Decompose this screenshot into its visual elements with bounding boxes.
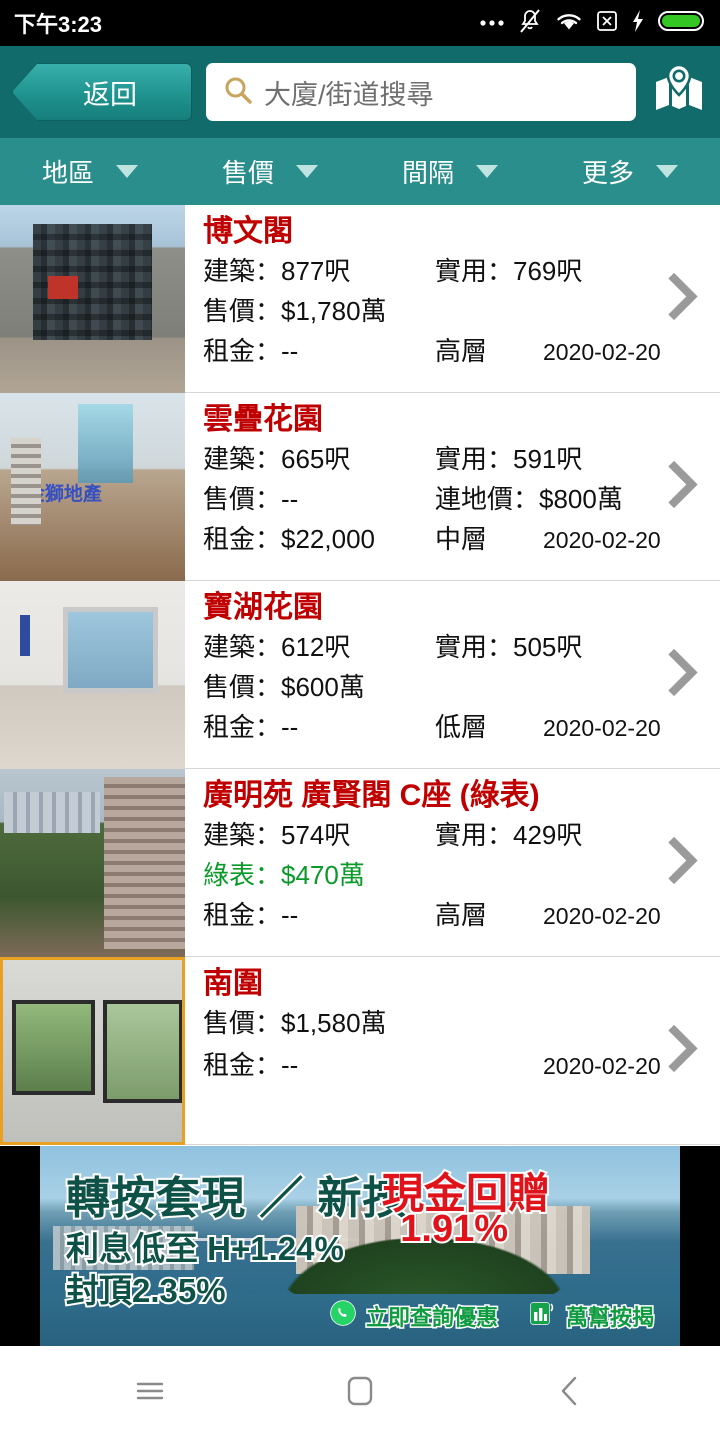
chevron-down-icon — [296, 165, 318, 178]
no-sim-icon — [596, 10, 618, 37]
table-row[interactable]: 南圍 售價：$1,580萬 租金：-- 2020-02-20 — [0, 957, 720, 1145]
wifi-icon — [555, 10, 583, 37]
listing-info: 雲疊花園 建築：665呎 實用：591呎 售價：-- 連地價：$800萬 租金：… — [185, 393, 720, 580]
map-pin-icon — [653, 62, 705, 123]
banner-footer[interactable]: 立即查詢優惠 萬幫按揭 — [330, 1300, 656, 1332]
chevron-right-icon[interactable] — [666, 460, 700, 513]
status-icons — [479, 8, 706, 39]
listing-gross-area: 建築：574呎 — [203, 820, 351, 851]
chevron-down-icon — [476, 165, 498, 178]
banner-subline-1: 利息低至 H+1.24% — [64, 1228, 346, 1269]
filter-price-label: 售價 — [221, 158, 274, 188]
listing-thumbnail[interactable] — [0, 957, 185, 1145]
listing-gross-area: 建築：877呎 — [203, 256, 351, 287]
search-input-placeholder[interactable]: 大廈/街道搜尋 — [264, 73, 434, 112]
filter-layout-label: 間隔 — [401, 158, 454, 188]
listing-price: 售價：$1,580萬 — [203, 1008, 387, 1039]
thumbnail-watermark: 金獅地產 — [25, 484, 102, 506]
listing-rent: 租金：-- — [203, 335, 299, 366]
back-button-label: 返回 — [83, 79, 137, 110]
listing-info: 廣明苑 廣賢閣 C座 (綠表) 建築：574呎 實用：429呎 綠表：$470萬… — [185, 769, 720, 956]
back-button-nav[interactable] — [535, 1358, 605, 1428]
filter-bar: 地區 售價 間隔 更多 — [0, 138, 720, 205]
listing-floor: 低層 — [435, 711, 488, 742]
banner-subline-2: 封頂2.35% — [64, 1270, 228, 1311]
property-list: 博文閣 建築：877呎 實用：769呎 售價：$1,780萬 租金：-- 高層 … — [0, 205, 720, 1145]
listing-price: 售價：-- — [203, 484, 299, 515]
table-row[interactable]: 金獅地產 雲疊花園 建築：665呎 實用：591呎 售價：-- 連地價：$800… — [0, 393, 720, 581]
search-icon — [222, 74, 254, 111]
app-logo-icon — [530, 1300, 556, 1332]
listing-date: 2020-02-20 — [543, 338, 661, 365]
listing-price: 售價：$1,780萬 — [203, 296, 387, 327]
recents-button[interactable] — [115, 1358, 185, 1428]
home-button[interactable] — [325, 1358, 395, 1428]
status-time: 下午3:23 — [14, 12, 103, 37]
table-row[interactable]: 寶湖花園 建築：612呎 實用：505呎 售價：$600萬 租金：-- 低層 2… — [0, 581, 720, 769]
chevron-right-icon[interactable] — [666, 1024, 700, 1077]
banner-artwork: 轉按套現 ／ 新按 利息低至 H+1.24% 封頂2.35% 現金回贈 1.91… — [40, 1146, 680, 1346]
whatsapp-icon — [330, 1300, 356, 1332]
filter-district[interactable]: 地區 — [0, 153, 180, 190]
listing-rent: 租金：-- — [203, 899, 299, 930]
listing-rent: 租金：$22,000 — [203, 523, 375, 554]
listing-title: 博文閣 — [203, 215, 293, 248]
listing-thumbnail[interactable] — [0, 205, 185, 393]
battery-full-icon — [658, 9, 706, 38]
app-screen: 下午3:23 返回 大廈/街道搜尋 地區 售價 間隔 更多 博文閣 建築：877… — [0, 0, 720, 1440]
listing-date: 2020-02-20 — [543, 714, 661, 741]
listing-date: 2020-02-20 — [543, 902, 661, 929]
listing-date: 2020-02-20 — [543, 526, 661, 553]
app-header: 返回 大廈/街道搜尋 — [0, 46, 720, 138]
chevron-down-icon — [116, 165, 138, 178]
system-navigation-bar — [0, 1346, 720, 1440]
listing-info: 博文閣 建築：877呎 實用：769呎 售價：$1,780萬 租金：-- 高層 … — [185, 205, 720, 392]
chevron-right-icon[interactable] — [666, 836, 700, 889]
listing-info: 南圍 售價：$1,580萬 租金：-- 2020-02-20 — [185, 957, 720, 1144]
table-row[interactable]: 廣明苑 廣賢閣 C座 (綠表) 建築：574呎 實用：429呎 綠表：$470萬… — [0, 769, 720, 957]
filter-district-label: 地區 — [41, 158, 94, 188]
listing-rent: 租金：-- — [203, 1050, 299, 1081]
advertisement-banner[interactable]: 轉按套現 ／ 新按 利息低至 H+1.24% 封頂2.35% 現金回贈 1.91… — [0, 1146, 720, 1346]
filter-more-label: 更多 — [581, 158, 634, 188]
listing-title: 寶湖花園 — [203, 591, 323, 624]
back-button[interactable]: 返回 — [12, 63, 192, 121]
listing-thumbnail[interactable] — [0, 769, 185, 957]
listing-gross-area: 建築：665呎 — [203, 444, 351, 475]
banner-cta-label[interactable]: 立即查詢優惠 — [364, 1300, 499, 1332]
banner-cashback-value: 1.91% — [398, 1206, 510, 1252]
map-button[interactable] — [648, 62, 710, 123]
listing-title: 雲疊花園 — [203, 403, 323, 436]
filter-layout[interactable]: 間隔 — [360, 153, 540, 190]
search-box[interactable]: 大廈/街道搜尋 — [206, 63, 636, 121]
listing-rent: 租金：-- — [203, 711, 299, 742]
home-square-icon — [346, 1375, 374, 1412]
listing-floor: 高層 — [435, 335, 488, 366]
listing-title: 廣明苑 廣賢閣 C座 (綠表) — [203, 779, 540, 812]
more-dots-icon — [479, 14, 505, 32]
listing-gross-area: 建築：612呎 — [203, 632, 351, 663]
charging-bolt-icon — [631, 9, 645, 38]
listing-price: 售價：$600萬 — [203, 672, 365, 703]
back-chevron-icon — [558, 1375, 582, 1412]
listing-title: 南圍 — [203, 967, 263, 1000]
filter-more[interactable]: 更多 — [540, 153, 720, 190]
listing-price: 綠表：$470萬 — [203, 860, 365, 891]
table-row[interactable]: 博文閣 建築：877呎 實用：769呎 售價：$1,780萬 租金：-- 高層 … — [0, 205, 720, 393]
banner-headline: 轉按套現 ／ 新按 — [64, 1172, 408, 1225]
listing-thumbnail[interactable] — [0, 581, 185, 769]
listing-floor: 中層 — [435, 523, 488, 554]
status-bar: 下午3:23 — [0, 0, 720, 46]
chevron-down-icon — [656, 165, 678, 178]
filter-price[interactable]: 售價 — [180, 153, 360, 190]
chevron-right-icon[interactable] — [666, 648, 700, 701]
chevron-right-icon[interactable] — [666, 272, 700, 325]
banner-brand-label[interactable]: 萬幫按揭 — [564, 1300, 655, 1332]
menu-icon — [135, 1378, 165, 1409]
bell-muted-icon — [518, 8, 542, 39]
listing-floor: 高層 — [435, 899, 488, 930]
listing-date: 2020-02-20 — [543, 1053, 661, 1080]
listing-thumbnail[interactable]: 金獅地產 — [0, 393, 185, 581]
listing-info: 寶湖花園 建築：612呎 實用：505呎 售價：$600萬 租金：-- 低層 2… — [185, 581, 720, 768]
